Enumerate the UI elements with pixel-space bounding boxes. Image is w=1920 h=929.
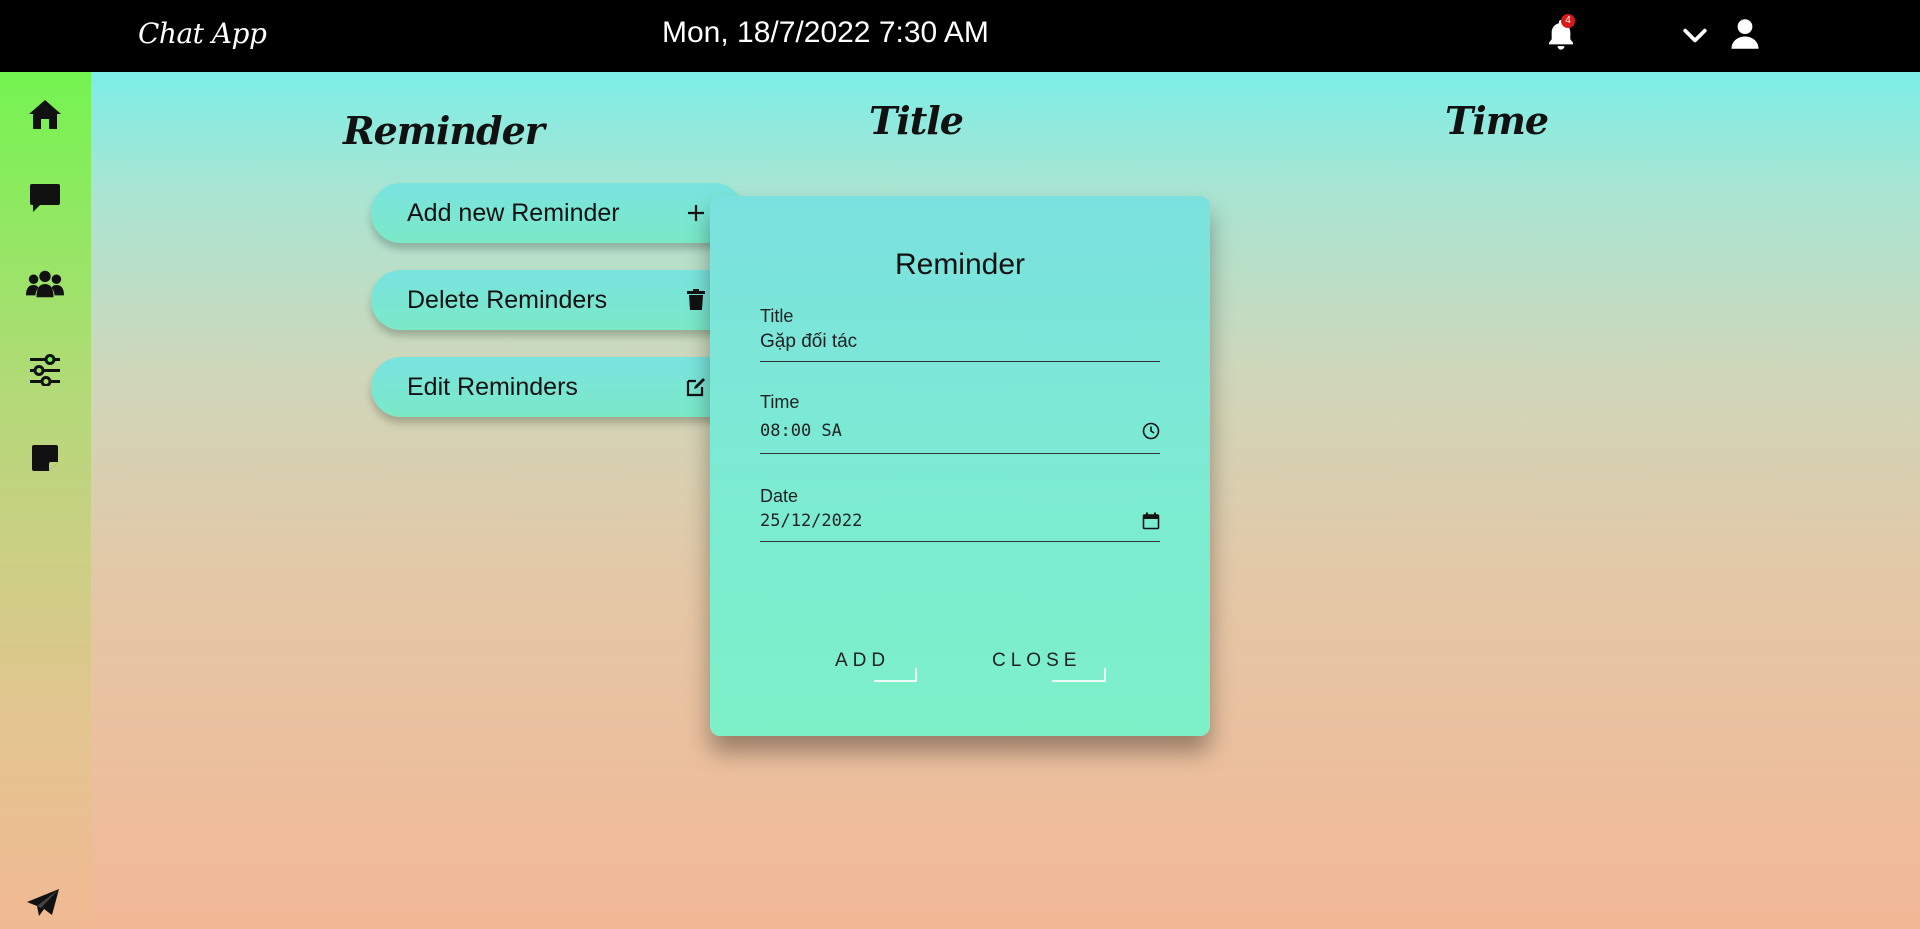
reminder-modal: Reminder Title Gặp đối tác Time 08:00 SA…	[710, 196, 1210, 736]
modal-title: Reminder	[894, 248, 1026, 281]
calendar-icon[interactable]	[1142, 512, 1160, 530]
title-column-header: Title	[869, 98, 964, 143]
sidebar-item-notes[interactable]	[26, 440, 64, 476]
settings-sliders-icon	[30, 354, 60, 386]
sidebar	[0, 72, 91, 929]
chat-icon	[30, 184, 60, 212]
groups-icon	[26, 270, 64, 298]
add-button-decoration	[874, 668, 917, 682]
time-field: Time 08:00 SA	[760, 392, 1160, 454]
add-reminder-label: Add new Reminder	[407, 198, 620, 227]
sidebar-item-chat[interactable]	[26, 180, 64, 216]
sidebar-item-home[interactable]	[26, 96, 64, 132]
date-field: Date 25/12/2022	[760, 486, 1160, 542]
brand-logo: Chat App	[138, 17, 267, 50]
trash-icon	[684, 288, 708, 312]
edit-reminders-label: Edit Reminders	[407, 372, 578, 401]
time-column-header: Time	[1445, 98, 1549, 143]
edit-reminders-button[interactable]: Edit Reminders	[371, 357, 744, 417]
chevron-down-icon[interactable]	[1682, 24, 1708, 46]
sidebar-item-groups[interactable]	[26, 266, 64, 302]
reminder-heading: Reminder	[343, 108, 545, 153]
title-field-label: Title	[760, 306, 794, 326]
time-input-value: 08:00 SA	[760, 421, 842, 441]
delete-reminders-label: Delete Reminders	[407, 285, 608, 314]
plus-icon	[684, 201, 708, 225]
sticky-note-icon	[32, 445, 58, 471]
title-field: Title Gặp đối tác	[760, 306, 1160, 362]
date-input-value: 25/12/2022	[760, 511, 863, 531]
notification-badge: 4	[1561, 14, 1575, 28]
clock-icon[interactable]	[1142, 422, 1160, 440]
time-input[interactable]: 08:00 SA	[760, 421, 1160, 454]
title-input[interactable]: Gặp đối tác	[760, 331, 1160, 362]
time-field-label: Time	[760, 392, 800, 412]
sidebar-item-settings[interactable]	[26, 352, 64, 388]
delete-reminders-button[interactable]: Delete Reminders	[371, 270, 744, 330]
add-reminder-button[interactable]: Add new Reminder	[371, 183, 744, 243]
edit-icon	[684, 375, 708, 399]
title-input-value: Gặp đối tác	[760, 331, 858, 352]
send-icon[interactable]	[26, 888, 60, 918]
current-datetime: Mon, 18/7/2022 7:30 AM	[662, 16, 989, 49]
top-bar: Chat App Mon, 18/7/2022 7:30 AM 4	[0, 0, 1920, 72]
date-field-label: Date	[760, 486, 799, 506]
close-button-decoration	[1052, 668, 1106, 682]
date-input[interactable]: 25/12/2022	[760, 511, 1160, 542]
home-icon	[29, 100, 61, 129]
user-avatar-icon[interactable]	[1730, 18, 1760, 50]
